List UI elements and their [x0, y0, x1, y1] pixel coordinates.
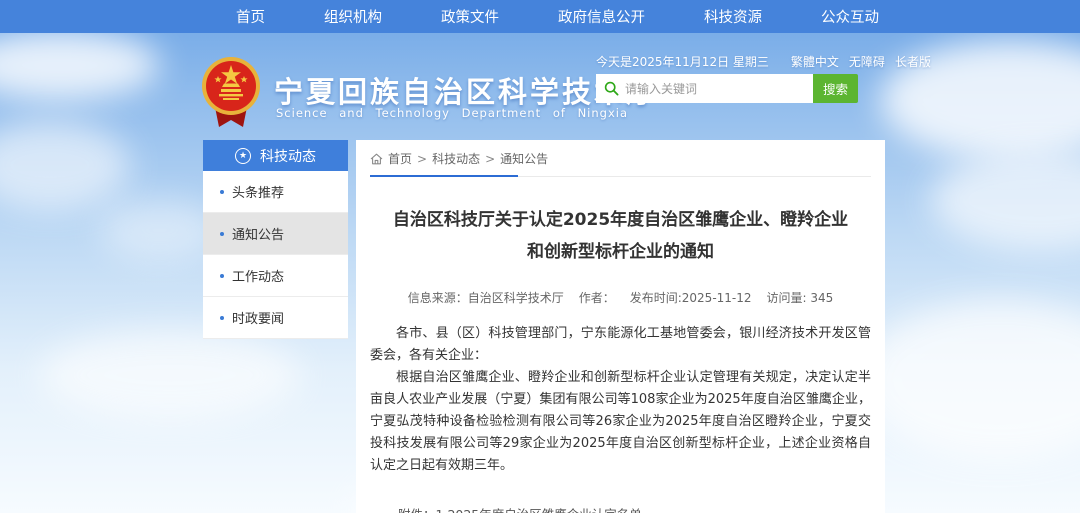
sidebar-item-notices[interactable]: 通知公告 — [203, 213, 348, 255]
breadcrumb-divider-accent — [370, 175, 518, 177]
nav-item-policy-documents[interactable]: 政策文件 — [435, 6, 505, 27]
article-meta: 信息来源：自治区科学技术厅 作者： 发布时间:2025-11-12 访问量: 3… — [370, 289, 871, 306]
search-icon — [604, 81, 619, 96]
sidebar-item-work-updates[interactable]: 工作动态 — [203, 255, 348, 297]
cloud-decoration — [860, 300, 1080, 460]
cloud-decoration — [930, 150, 1080, 250]
top-nav-bar: 首页 组织机构 政策文件 政府信息公开 科技资源 公众互动 — [0, 0, 1080, 33]
cloud-decoration — [100, 200, 220, 260]
link-senior-version[interactable]: 长者版 — [895, 53, 931, 70]
link-accessibility[interactable]: 无障碍 — [849, 53, 885, 70]
article-paragraph: 各市、县（区）科技管理部门，宁东能源化工基地管委会，银川经济技术开发区管委会，各… — [370, 323, 871, 367]
article-paragraph: 根据自治区雏鹰企业、瞪羚企业和创新型标杆企业认定管理有关规定，决定认定半亩良人农… — [370, 367, 871, 477]
breadcrumb-home[interactable]: 首页 — [388, 150, 412, 167]
attachments-section: 附件： 1.2025年度自治区雏鹰企业认定名单 2.2025年度自治区瞪羚企业认… — [398, 506, 871, 513]
breadcrumb: 首页 > 科技动态 > 通知公告 — [370, 150, 871, 167]
article-title: 自治区科技厅关于认定2025年度自治区雏鹰企业、瞪羚企业 和创新型标杆企业的通知 — [370, 204, 871, 268]
article-title-line1: 自治区科技厅关于认定2025年度自治区雏鹰企业、瞪羚企业 — [370, 204, 871, 236]
today-date-text: 今天是2025年11月12日 星期三 — [596, 53, 769, 70]
breadcrumb-separator: > — [485, 152, 495, 166]
nav-item-public-interaction[interactable]: 公众互动 — [815, 6, 885, 27]
sidebar-item-label: 头条推荐 — [232, 182, 284, 201]
article-title-line2: 和创新型标杆企业的通知 — [370, 236, 871, 268]
bullet-icon — [220, 316, 224, 320]
sidebar-item-label: 工作动态 — [232, 266, 284, 285]
sidebar-item-label: 时政要闻 — [232, 308, 284, 327]
site-header: 宁夏回族自治区科学技术厅 Science and Technology Depa… — [0, 33, 1080, 133]
main-content-panel: 首页 > 科技动态 > 通知公告 自治区科技厅关于认定2025年度自治区雏鹰企业… — [356, 140, 885, 513]
meta-source: 信息来源：自治区科学技术厅 — [408, 289, 564, 306]
bullet-icon — [220, 274, 224, 278]
search-input[interactable] — [625, 74, 813, 103]
bullet-icon — [220, 190, 224, 194]
attachments-label: 附件： — [398, 506, 436, 513]
article-body: 各市、县（区）科技管理部门，宁东能源化工基地管委会，银川经济技术开发区管委会，各… — [370, 323, 871, 477]
nav-item-home[interactable]: 首页 — [230, 6, 271, 27]
sidebar-tech-news: ★ 科技动态 头条推荐 通知公告 工作动态 时政要闻 — [203, 140, 348, 339]
nav-item-tech-resources[interactable]: 科技资源 — [698, 6, 768, 27]
search-button[interactable]: 搜索 — [813, 74, 858, 103]
cloud-decoration — [0, 120, 130, 210]
search-bar: 搜索 — [596, 74, 858, 103]
meta-visit-count: 访问量: 345 — [767, 289, 834, 306]
site-subtitle-en: Science and Technology Department of Nin… — [276, 106, 628, 120]
sidebar-title: 科技动态 — [260, 146, 316, 166]
breadcrumb-tech-news[interactable]: 科技动态 — [432, 150, 480, 167]
breadcrumb-current-notices: 通知公告 — [500, 150, 548, 167]
breadcrumb-divider — [370, 176, 871, 177]
meta-author: 作者： — [579, 289, 615, 306]
meta-publish-date: 发布时间:2025-11-12 — [630, 289, 752, 306]
attachment-link-1[interactable]: 1.2025年度自治区雏鹰企业认定名单 — [436, 506, 680, 513]
home-icon — [370, 153, 383, 165]
cloud-decoration — [40, 330, 300, 420]
bullet-icon — [220, 232, 224, 236]
sidebar-item-label: 通知公告 — [232, 224, 284, 243]
link-traditional-chinese[interactable]: 繁體中文 — [791, 53, 839, 70]
breadcrumb-separator: > — [417, 152, 427, 166]
sidebar-item-headlines[interactable]: 头条推荐 — [203, 171, 348, 213]
nav-item-organization[interactable]: 组织机构 — [318, 6, 388, 27]
sidebar-header: ★ 科技动态 — [203, 140, 348, 171]
compass-star-icon: ★ — [235, 148, 251, 164]
nav-item-gov-info-disclosure[interactable]: 政府信息公开 — [552, 6, 651, 27]
sidebar-item-current-politics[interactable]: 时政要闻 — [203, 297, 348, 339]
national-emblem-logo — [199, 55, 263, 129]
